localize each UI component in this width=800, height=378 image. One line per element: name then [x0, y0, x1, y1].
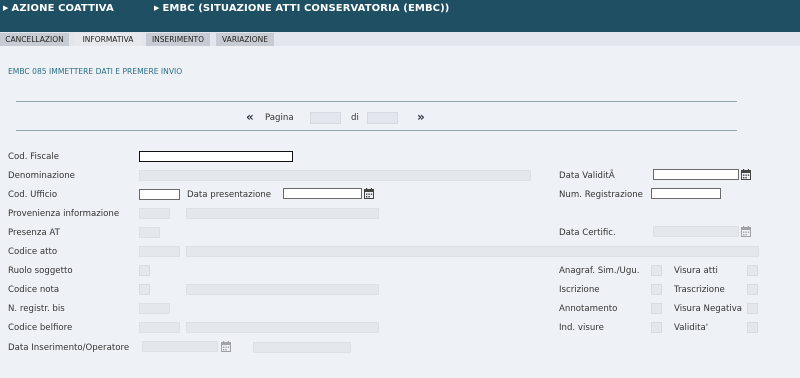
annotamento-label: Annotamento [559, 304, 618, 314]
data-validita-input[interactable] [653, 169, 739, 180]
tab-inserimento[interactable]: INSERIMENTO [146, 33, 210, 46]
codice-belfiore-input [139, 322, 180, 333]
codice-belfiore-label: Codice belfiore [8, 323, 73, 333]
caret-right-icon: ▶ [154, 4, 160, 12]
codice-atto-label: Codice atto [8, 247, 58, 257]
ind-visure-label: Ind. visure [559, 323, 604, 333]
calendar-icon[interactable] [364, 188, 374, 199]
calendar-icon [741, 226, 751, 237]
calendar-icon [221, 341, 231, 352]
app-header: ▶ AZIONE COATTIVA ▶ EMBC (SITUAZIONE ATTI … [0, 0, 800, 32]
anagraf-checkbox [651, 265, 662, 276]
num-registrazione-input[interactable] [651, 188, 721, 199]
codice-nota-label: Codice nota [8, 285, 60, 295]
n-registr-bis-label: N. registr. bis [8, 304, 65, 314]
data-presentazione-input[interactable] [283, 188, 362, 199]
denominazione-label: Denominazione [8, 171, 75, 181]
tab-bar: CANCELLAZION INFORMATIVA INSERIMENTO VAR… [0, 32, 800, 46]
breadcrumb-embc[interactable]: ▶ EMBC (SITUAZIONE ATTI CONSERVATORIA (EM… [154, 3, 449, 14]
ruolo-soggetto-checkbox [139, 265, 150, 276]
trascrizione-checkbox [747, 284, 758, 295]
divider [16, 130, 737, 131]
breadcrumb-label: AZIONE COATTIVA [11, 3, 114, 14]
operatore-input [253, 342, 351, 353]
codice-atto-desc-input [186, 246, 759, 257]
codice-nota-desc-input [186, 284, 379, 295]
breadcrumb-label: EMBC (SITUAZIONE ATTI CONSERVATORIA (EMB… [162, 3, 450, 14]
visura-atti-checkbox [747, 265, 758, 276]
cod-fiscale-input[interactable] [139, 151, 293, 162]
data-validita-label: Data ValiditÃ [559, 171, 615, 181]
page-total-field [367, 112, 398, 124]
calendar-icon[interactable] [741, 169, 751, 180]
visura-negativa-checkbox [747, 303, 758, 314]
tab-cancellazion[interactable]: CANCELLAZION [0, 33, 69, 46]
presenza-at-input [139, 227, 160, 238]
codice-belfiore-desc-input [186, 322, 379, 333]
pagina-label: Pagina [265, 113, 294, 123]
data-inserimento-input [142, 341, 218, 352]
ind-visure-checkbox [651, 322, 662, 333]
annotamento-checkbox [651, 303, 662, 314]
ruolo-soggetto-label: Ruolo soggetto [8, 266, 73, 276]
provenienza-label: Provenienza informazione [8, 209, 120, 219]
validita-label: Validita' [674, 323, 709, 333]
divider [16, 101, 737, 102]
iscrizione-checkbox [651, 284, 662, 295]
num-registrazione-label: Num. Registrazione [559, 190, 643, 200]
page-number-field [310, 112, 341, 124]
visura-atti-label: Visura atti [674, 266, 718, 276]
cod-ufficio-label: Cod. Ufficio [8, 190, 58, 200]
caret-right-icon: ▶ [3, 4, 9, 12]
tab-informativa[interactable]: INFORMATIVA [75, 33, 141, 46]
data-certific-label: Data Certific. [559, 228, 616, 238]
data-inserimento-label: Data Inserimento/Operatore [8, 343, 130, 353]
cod-ufficio-input[interactable] [139, 189, 180, 200]
cod-fiscale-label: Cod. Fiscale [8, 152, 60, 162]
n-registr-bis-input [139, 303, 170, 314]
codice-atto-input [139, 246, 180, 257]
trascrizione-label: Trascrizione [674, 285, 725, 295]
next-page-button[interactable]: » [417, 111, 425, 123]
breadcrumb-azione-coattiva[interactable]: ▶ AZIONE COATTIVA [3, 3, 114, 14]
of-label: di [351, 113, 359, 123]
data-presentazione-label: Data presentazione [187, 190, 272, 200]
data-certific-input [653, 226, 739, 237]
prev-page-button[interactable]: « [246, 111, 254, 123]
provenienza-desc-input [186, 208, 379, 219]
iscrizione-label: Iscrizione [559, 285, 600, 295]
validita-checkbox [747, 322, 758, 333]
anagraf-label: Anagraf. Sim./Ugu. [559, 266, 640, 276]
visura-negativa-label: Visura Negativa [674, 304, 743, 314]
provenienza-code-input [139, 208, 170, 219]
instruction-message: EMBC 085 IMMETTERE DATI E PREMERE INVIO [8, 67, 183, 76]
codice-nota-input [139, 284, 150, 295]
presenza-at-label: Presenza AT [8, 228, 60, 238]
tab-variazione[interactable]: VARIAZIONE [216, 33, 274, 46]
denominazione-input [139, 170, 531, 181]
